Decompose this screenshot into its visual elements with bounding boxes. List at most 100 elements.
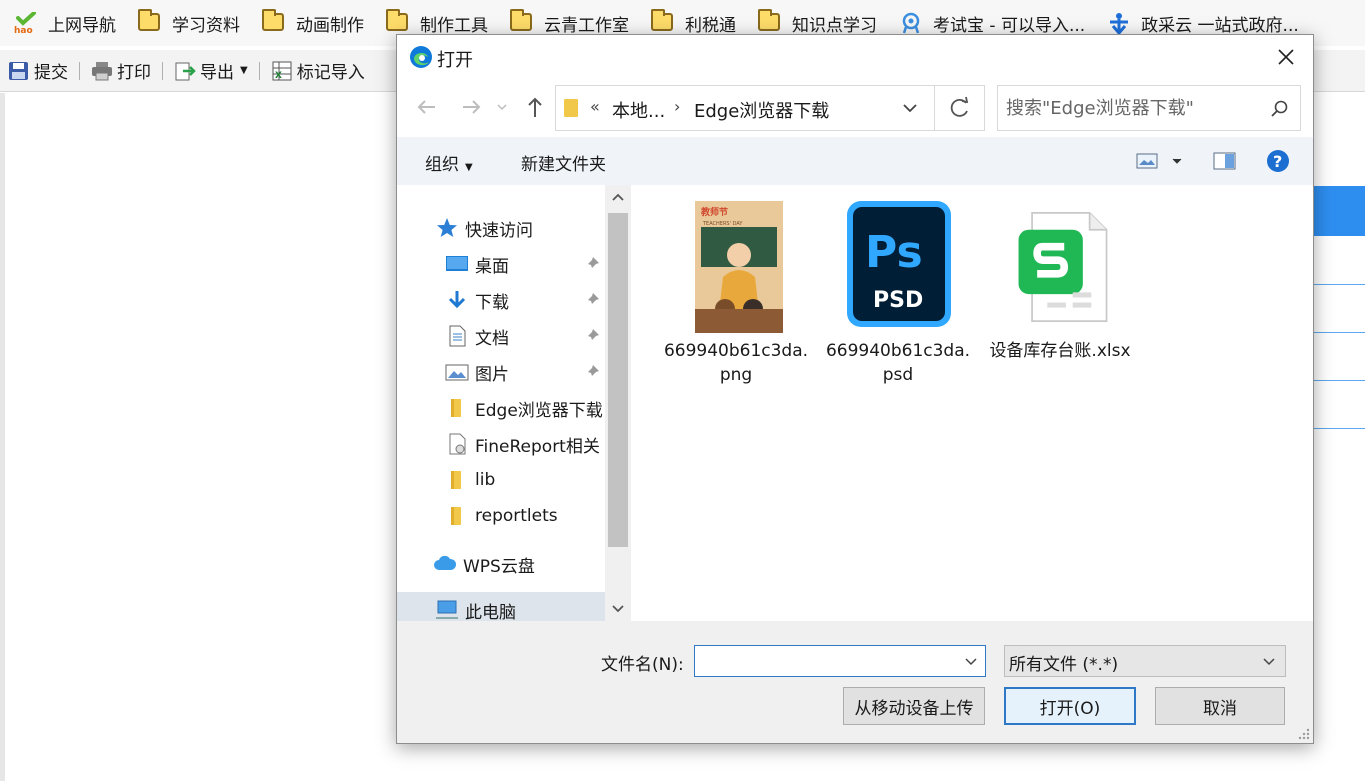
nav-item-this-pc[interactable]: 此电脑 <box>397 592 605 621</box>
wps-spreadsheet-icon <box>1005 197 1115 337</box>
nav-item-downloads[interactable]: 下载 <box>445 282 605 318</box>
nav-item-lib[interactable]: lib <box>445 462 605 498</box>
organize-label: 组织 <box>425 155 459 175</box>
folder-icon <box>564 99 578 117</box>
folder-icon <box>651 9 677 34</box>
import-marked-button[interactable]: X 标记导入 <box>269 58 367 83</box>
search-input[interactable] <box>1006 96 1266 120</box>
kaoshibao-icon <box>899 12 925 34</box>
navigation-row: « 本地... › Edge浏览器下载 <box>397 79 1313 135</box>
chevron-down-icon <box>497 104 507 111</box>
folder-icon <box>451 399 461 417</box>
filename-label: 文件名(N): <box>601 655 684 675</box>
row-divider <box>1313 284 1365 285</box>
close-icon <box>1278 49 1294 65</box>
bookmark-label: 制作工具 <box>420 15 488 36</box>
breadcrumb-local[interactable]: 本地... <box>612 97 665 123</box>
bookmark-folder[interactable]: 学习资料 <box>132 0 246 46</box>
bookmark-folder[interactable]: 动画制作 <box>256 0 370 46</box>
command-bar: 组织 ▼ 新建文件夹 ? <box>397 137 1313 185</box>
help-button[interactable]: ? <box>1266 149 1290 178</box>
scroll-up-button[interactable] <box>605 185 631 211</box>
address-bar[interactable]: « 本地... › Edge浏览器下载 <box>555 85 935 131</box>
zhengcaiyun-icon <box>1107 12 1133 36</box>
close-button[interactable] <box>1269 41 1303 73</box>
recent-locations-button[interactable] <box>493 93 511 121</box>
export-button[interactable]: 导出 ▼ <box>172 58 250 83</box>
pin-icon[interactable] <box>583 327 601 345</box>
preview-pane-button[interactable] <box>1213 149 1237 178</box>
folder-icon <box>758 9 784 34</box>
chevron-down-icon[interactable] <box>963 652 979 670</box>
breadcrumb-overflow[interactable]: « <box>590 97 600 116</box>
nav-item-finereport[interactable]: FineReport相关 <box>445 426 605 462</box>
page-gutter <box>0 93 5 781</box>
print-label: 打印 <box>117 63 151 83</box>
forward-button[interactable] <box>457 93 485 121</box>
cancel-button[interactable]: 取消 <box>1155 687 1285 725</box>
printer-icon <box>92 61 112 80</box>
hao-logo-icon: hao <box>14 11 40 36</box>
scroll-thumb[interactable] <box>608 213 628 547</box>
file-list: 教师节 TEACHERS' DAY 669940b61c3da.png Ps P… <box>633 185 1313 621</box>
view-icon <box>1136 153 1182 169</box>
export-label: 导出 <box>200 63 234 83</box>
resize-grip-icon[interactable] <box>1298 728 1310 740</box>
nav-item-pictures[interactable]: 图片 <box>445 354 605 390</box>
download-icon <box>448 291 466 309</box>
file-item[interactable]: 教师节 TEACHERS' DAY 669940b61c3da.png <box>661 197 811 387</box>
navigation-pane: 快速访问 桌面 下载 文档 图片 Edge浏览器下载 FineReport相关 … <box>397 185 619 621</box>
bookmark-label: 云青工作室 <box>544 15 629 36</box>
thumb-subtitle: TEACHERS' DAY <box>702 221 743 227</box>
chevron-down-icon: ▼ <box>465 162 473 173</box>
nav-item-desktop[interactable]: 桌面 <box>445 246 605 282</box>
nav-label: reportlets <box>475 506 558 526</box>
bookmark-label: 知识点学习 <box>792 15 877 36</box>
open-button[interactable]: 打开(O) <box>1004 687 1136 725</box>
upload-from-mobile-button[interactable]: 从移动设备上传 <box>843 687 985 725</box>
selected-row-highlight[interactable] <box>1313 186 1365 236</box>
nav-item-edge-downloads[interactable]: Edge浏览器下载 <box>445 390 605 426</box>
print-button[interactable]: 打印 <box>89 58 153 83</box>
nav-scrollbar[interactable] <box>605 185 631 621</box>
new-folder-button[interactable]: 新建文件夹 <box>521 150 606 175</box>
arrow-left-icon <box>417 100 435 114</box>
spreadsheet-import-icon: X <box>272 61 292 81</box>
view-options-button[interactable] <box>1135 149 1185 178</box>
submit-button[interactable]: 提交 <box>6 58 70 83</box>
folder-icon <box>262 9 288 34</box>
pin-icon[interactable] <box>583 291 601 309</box>
filename-input[interactable] <box>701 650 951 672</box>
folder-icon <box>451 471 461 489</box>
breadcrumb-current[interactable]: Edge浏览器下载 <box>694 97 829 123</box>
nav-label: WPS云盘 <box>463 556 535 577</box>
search-box[interactable] <box>997 85 1301 131</box>
file-item[interactable]: Ps PSD 669940b61c3da.psd <box>823 197 973 387</box>
nav-label: 下载 <box>475 292 509 313</box>
computer-icon <box>436 600 458 619</box>
bookmark-shangwang[interactable]: hao 上网导航 <box>0 0 122 46</box>
nav-label: 文档 <box>475 328 509 349</box>
nav-quick-access[interactable]: 快速访问 <box>435 210 619 246</box>
filename-combobox[interactable] <box>694 645 986 677</box>
refresh-button[interactable] <box>935 85 985 131</box>
folder-icon <box>451 507 461 525</box>
bookmark-label: 政采云 一站式政府... <box>1141 15 1299 36</box>
file-name: 设备库存台账.xlsx <box>989 341 1131 361</box>
nav-item-documents[interactable]: 文档 <box>445 318 605 354</box>
nav-item-reportlets[interactable]: reportlets <box>445 498 605 534</box>
bookmark-label: 考试宝 - 可以导入... <box>933 15 1086 36</box>
filetype-select[interactable]: 所有文件 (*.*) <box>1004 645 1286 677</box>
scroll-down-button[interactable] <box>605 595 631 621</box>
back-button[interactable] <box>413 93 441 121</box>
pin-icon[interactable] <box>583 255 601 273</box>
search-icon[interactable] <box>1270 99 1290 119</box>
file-item[interactable]: 设备库存台账.xlsx <box>985 197 1135 363</box>
nav-item-wps-cloud[interactable]: WPS云盘 <box>433 546 605 582</box>
toolbar-divider <box>79 61 80 80</box>
address-history-button[interactable] <box>896 94 924 122</box>
export-icon <box>175 62 196 80</box>
organize-button[interactable]: 组织 ▼ <box>425 150 473 175</box>
pin-icon[interactable] <box>583 363 601 381</box>
up-button[interactable] <box>521 93 549 121</box>
